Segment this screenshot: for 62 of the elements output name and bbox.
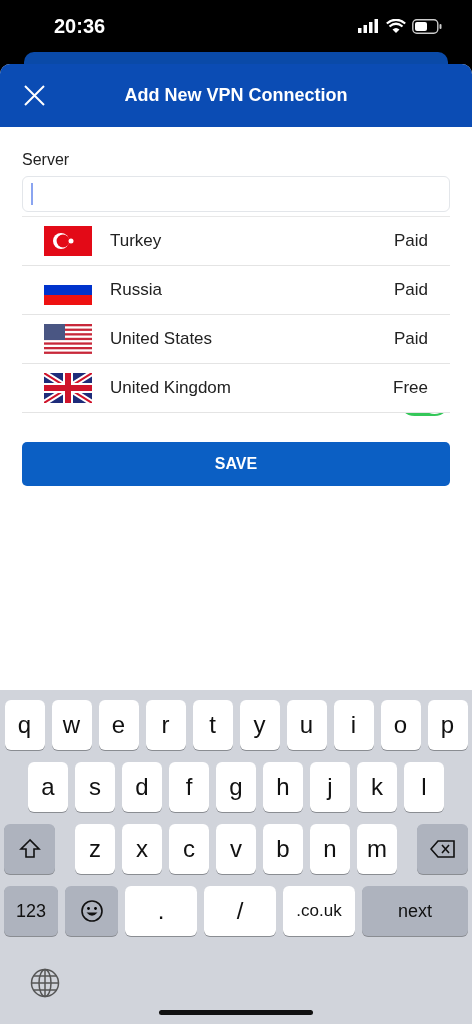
plan-label: Paid <box>393 231 428 251</box>
keyboard-key[interactable]: z <box>75 824 115 874</box>
keyboard-key[interactable]: c <box>169 824 209 874</box>
keyboard-key[interactable]: r <box>145 700 186 750</box>
close-icon[interactable] <box>24 85 45 106</box>
keyboard-key[interactable]: w <box>51 700 92 750</box>
keyboard-key[interactable]: n <box>310 824 350 874</box>
keyboard-key[interactable]: m <box>357 824 397 874</box>
plan-label: Paid <box>393 329 428 349</box>
server-name: United States <box>110 329 214 349</box>
shift-icon <box>18 838 41 860</box>
keyboard-key[interactable]: d <box>122 762 162 812</box>
keyboard-key[interactable]: f <box>169 762 209 812</box>
server-name: Turkey <box>110 231 163 251</box>
keyboard-key[interactable]: y <box>239 700 280 750</box>
server-option[interactable]: Russia Paid <box>22 266 450 315</box>
keyboard-key[interactable]: s <box>75 762 115 812</box>
emoji-key[interactable] <box>65 886 118 936</box>
screen-title: Add New VPN Connection <box>124 85 348 106</box>
keyboard-key[interactable]: j <box>310 762 350 812</box>
keyboard-key[interactable]: v <box>216 824 256 874</box>
keyboard-key[interactable]: l <box>404 762 444 812</box>
field-label: Server <box>22 151 70 169</box>
signal-icon <box>358 19 380 33</box>
server-name: Russia <box>110 280 163 300</box>
wifi-icon <box>386 19 406 33</box>
status-time: 20:36 <box>54 14 106 38</box>
keyboard-key[interactable]: / <box>204 886 276 936</box>
server-option[interactable]: Turkey Paid <box>22 217 450 266</box>
keyboard-key[interactable]: a <box>28 762 68 812</box>
keyboard-key[interactable]: p <box>427 700 468 750</box>
keyboard-key[interactable]: o <box>380 700 421 750</box>
keyboard-key[interactable]: k <box>357 762 397 812</box>
emoji-icon <box>79 899 104 923</box>
keyboard-key[interactable]: i <box>333 700 374 750</box>
keyboard-key[interactable]: g <box>216 762 256 812</box>
plan-label: Free <box>393 378 428 398</box>
server-option[interactable]: United Kingdom Free <box>22 364 450 413</box>
keyboard-key[interactable]: h <box>263 762 303 812</box>
keyboard-key[interactable]: e <box>98 700 139 750</box>
battery-icon <box>412 18 442 34</box>
server-name: United Kingdom <box>110 378 232 398</box>
keyboard-key[interactable]: u <box>286 700 327 750</box>
server-input-field[interactable] <box>22 176 450 212</box>
delete-icon <box>429 839 456 859</box>
shift-key[interactable] <box>4 824 55 874</box>
numbers-key[interactable]: 123 <box>4 886 58 936</box>
next-key[interactable]: next <box>362 886 468 936</box>
keyboard-key[interactable]: .co.uk <box>283 886 355 936</box>
save-button[interactable]: SAVE <box>22 442 450 486</box>
flag-icon <box>44 226 92 256</box>
flag-icon <box>44 373 92 403</box>
keyboard-key[interactable]: q <box>4 700 45 750</box>
server-option[interactable]: United States Paid <box>22 315 450 364</box>
keyboard-key[interactable]: . <box>125 886 197 936</box>
plan-label: Paid <box>393 280 428 300</box>
keyboard-key[interactable]: b <box>263 824 303 874</box>
globe-icon[interactable] <box>30 968 60 998</box>
keyboard-key[interactable]: t <box>192 700 233 750</box>
keyboard-key[interactable]: x <box>122 824 162 874</box>
delete-key[interactable] <box>417 824 468 874</box>
flag-icon <box>44 324 92 354</box>
